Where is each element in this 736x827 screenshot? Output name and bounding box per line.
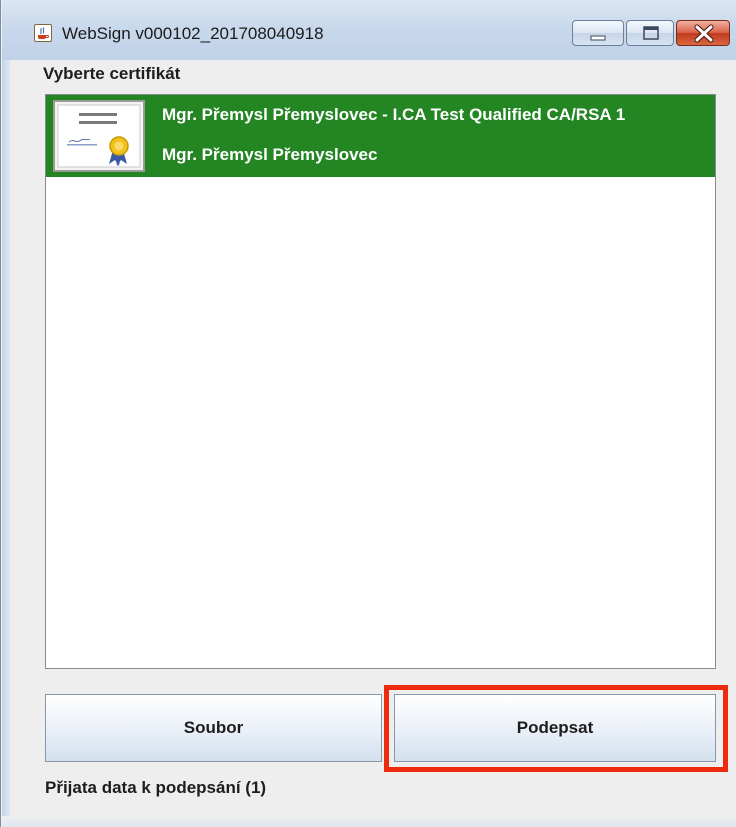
- maximize-icon: [643, 26, 659, 40]
- close-icon: [694, 24, 714, 43]
- maximize-button[interactable]: [626, 20, 674, 46]
- certificate-subject: Mgr. Přemysl Přemyslovec: [162, 145, 378, 164]
- close-button[interactable]: [676, 20, 730, 46]
- certificate-list-item[interactable]: Mgr. Přemysl Přemyslovec - I.CA Test Qua…: [46, 95, 715, 177]
- window-frame-bottom: [2, 816, 736, 827]
- certificate-icon: [53, 100, 145, 172]
- file-button[interactable]: Soubor: [45, 694, 382, 762]
- window-title: WebSign v000102_201708040918: [62, 24, 324, 43]
- java-cup-icon: [34, 24, 52, 42]
- certificate-list[interactable]: Mgr. Přemysl Přemyslovec - I.CA Test Qua…: [45, 94, 716, 669]
- sign-button[interactable]: Podepsat: [394, 694, 716, 762]
- status-message: Přijata data k podepsání (1): [45, 778, 267, 797]
- window-frame-left: [2, 0, 10, 827]
- minimize-button[interactable]: [572, 20, 624, 46]
- websign-window: WebSign v000102_201708040918 Vyberte cer…: [0, 0, 736, 827]
- title-bar[interactable]: WebSign v000102_201708040918: [2, 0, 736, 60]
- certificate-issuer: Mgr. Přemysl Přemyslovec - I.CA Test Qua…: [162, 105, 626, 124]
- minimize-icon: [590, 35, 606, 41]
- select-certificate-label: Vyberte certifikát: [43, 64, 181, 83]
